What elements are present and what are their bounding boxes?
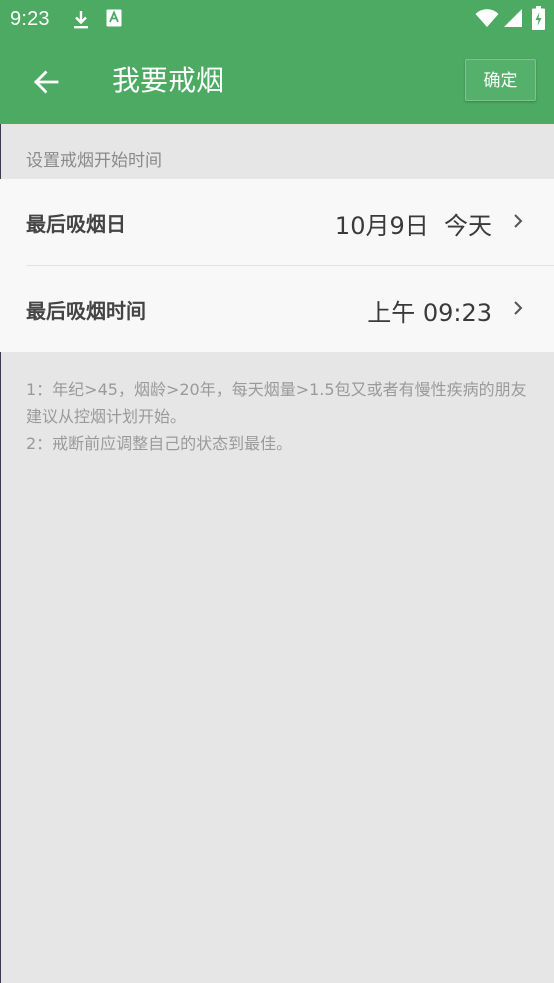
chevron-right-icon [514,214,523,228]
arrow-left-icon [34,70,59,94]
last-smoke-time-value: 上午 09:23 [367,299,492,327]
signal-icon [504,9,522,27]
wifi-icon [475,9,499,27]
note-2: 2：戒断前应调整自己的状态到最佳。 [26,434,293,453]
font-icon [106,9,122,27]
last-smoke-date-value: 10月9日 今天 [334,212,492,240]
status-bar: 9:23 [0,0,554,40]
battery-icon [532,6,545,30]
section-header: 设置戒烟开始时间 [26,151,162,171]
last-smoke-time-row[interactable]: 最后吸烟时间 上午 09:23 [0,266,554,352]
page-title: 我要戒烟 [112,64,225,97]
chevron-right-icon [514,301,523,315]
download-icon [74,11,88,29]
note-1: 1：年纪>45，烟龄>20年，每天烟量>1.5包又或者有慢性疾病的朋友建议从控烟… [26,380,527,426]
last-smoke-date-row[interactable]: 最后吸烟日 10月9日 今天 [0,179,554,266]
confirm-button[interactable]: 确定 [465,59,536,101]
last-smoke-time-label: 最后吸烟时间 [26,299,146,323]
notes: 1：年纪>45，烟龄>20年，每天烟量>1.5包又或者有慢性疾病的朋友建议从控烟… [26,376,536,457]
settings-card: 最后吸烟日 10月9日 今天 最后吸烟时间 上午 09:23 [0,179,554,352]
app-bar: 我要戒烟 确定 [0,40,554,124]
last-smoke-date-label: 最后吸烟日 [26,212,126,236]
back-button[interactable] [24,60,68,104]
status-time: 9:23 [10,8,50,30]
